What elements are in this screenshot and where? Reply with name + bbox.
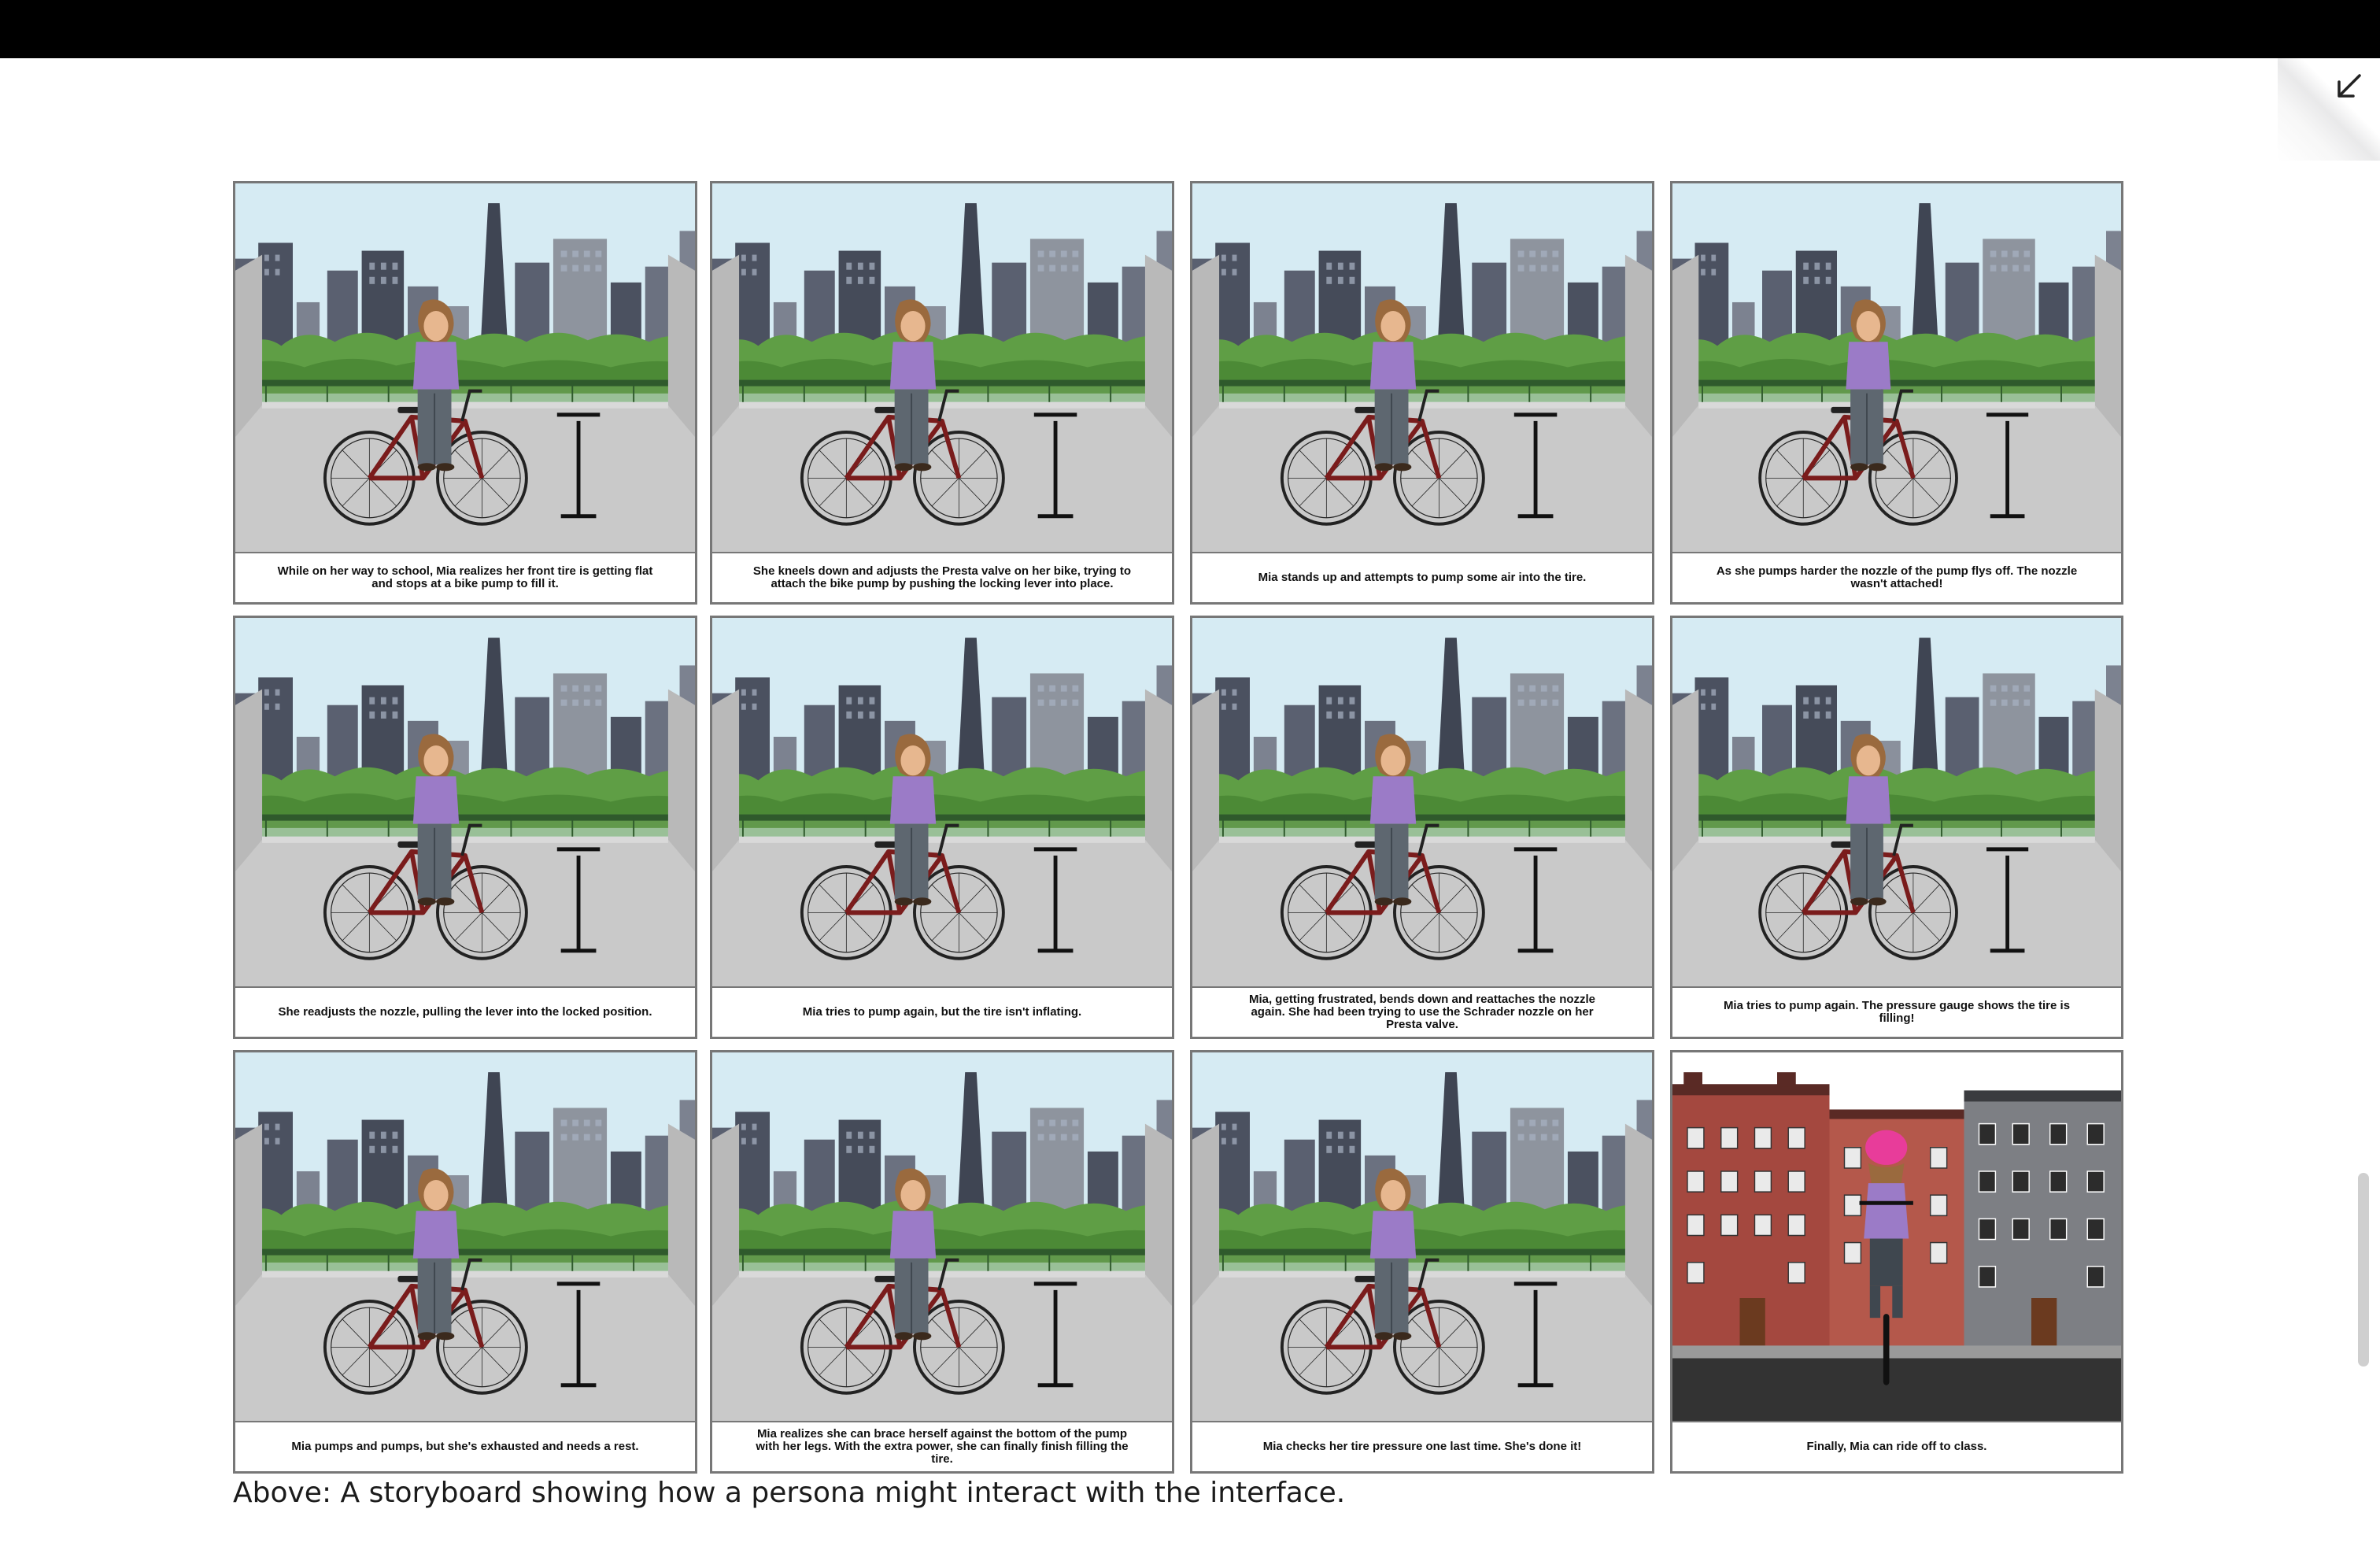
panel-caption: Mia checks her tire pressure one last ti… — [1192, 1421, 1652, 1471]
storyboard-caption: Above: A storyboard showing how a person… — [233, 1477, 1346, 1509]
storyboard-panel-3: Mia stands up and attempts to pump some … — [1190, 181, 1654, 605]
storyboard-panel-1: While on her way to school, Mia realizes… — [233, 181, 697, 605]
storyboard-panel-10: Mia realizes she can brace herself again… — [710, 1050, 1174, 1474]
panel-illustration — [712, 1052, 1172, 1421]
storyboard-panel-12: Finally, Mia can ride off to class. — [1670, 1050, 2123, 1474]
storyboard-panel-5: She readjusts the nozzle, pulling the le… — [233, 616, 697, 1039]
panel-caption: Finally, Mia can ride off to class. — [1672, 1421, 2121, 1471]
storyboard-panel-11: Mia checks her tire pressure one last ti… — [1190, 1050, 1654, 1474]
storyboard-panel-9: Mia pumps and pumps, but she's exhausted… — [233, 1050, 697, 1474]
panel-caption: Mia stands up and attempts to pump some … — [1192, 552, 1652, 602]
storyboard-panel-6: Mia tries to pump again, but the tire is… — [710, 616, 1174, 1039]
panel-illustration — [712, 183, 1172, 552]
panel-caption: Mia tries to pump again, but the tire is… — [712, 986, 1172, 1037]
panel-caption: Mia pumps and pumps, but she's exhausted… — [235, 1421, 695, 1471]
panel-illustration — [235, 1052, 695, 1421]
collapse-arrow-icon[interactable] — [2333, 71, 2364, 102]
panel-caption: Mia tries to pump again. The pressure ga… — [1672, 986, 2121, 1037]
panel-illustration — [1192, 183, 1652, 552]
panel-illustration — [235, 618, 695, 986]
storyboard-panel-4: As she pumps harder the nozzle of the pu… — [1670, 181, 2123, 605]
panel-illustration — [1192, 618, 1652, 986]
page-corner-fold — [2278, 58, 2380, 161]
scrollbar-thumb[interactable] — [2358, 1173, 2369, 1367]
storyboard-panel-7: Mia, getting frustrated, bends down and … — [1190, 616, 1654, 1039]
panel-caption: Mia, getting frustrated, bends down and … — [1192, 986, 1652, 1037]
panel-caption: As she pumps harder the nozzle of the pu… — [1672, 552, 2121, 602]
panel-illustration — [1672, 618, 2121, 986]
panel-illustration — [1192, 1052, 1652, 1421]
panel-illustration — [1672, 1052, 2121, 1421]
panel-caption: While on her way to school, Mia realizes… — [235, 552, 695, 602]
panel-caption: Mia realizes she can brace herself again… — [712, 1421, 1172, 1471]
top-black-bar — [0, 0, 2380, 58]
storyboard-grid: While on her way to school, Mia realizes… — [233, 181, 2123, 1474]
panel-illustration — [1672, 183, 2121, 552]
panel-illustration — [712, 618, 1172, 986]
panel-caption: She readjusts the nozzle, pulling the le… — [235, 986, 695, 1037]
panel-illustration — [235, 183, 695, 552]
panel-caption: She kneels down and adjusts the Presta v… — [712, 552, 1172, 602]
storyboard-panel-2: She kneels down and adjusts the Presta v… — [710, 181, 1174, 605]
storyboard-panel-8: Mia tries to pump again. The pressure ga… — [1670, 616, 2123, 1039]
